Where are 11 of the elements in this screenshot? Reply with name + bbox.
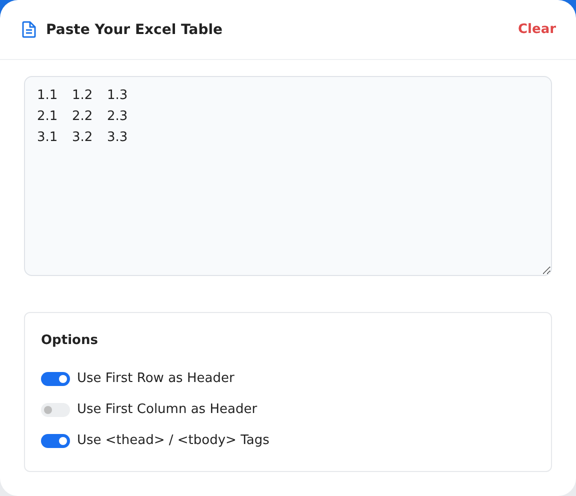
panel-title: Paste Your Excel Table xyxy=(46,22,223,38)
toggle-switch[interactable] xyxy=(41,434,70,448)
toggle-switch[interactable] xyxy=(41,403,70,417)
options-title: Options xyxy=(41,332,99,350)
toggle-switch[interactable] xyxy=(41,372,70,386)
option-label: Use First Column as Header xyxy=(77,401,258,419)
table-input-field[interactable]: 1.1 1.2 1.3 2.1 2.2 2.3 3.1 3.2 3.3 xyxy=(24,76,552,276)
clear-button[interactable]: Clear xyxy=(518,20,556,39)
option-label: Use <thead> / <tbody> Tags xyxy=(77,432,270,450)
option-label: Use First Row as Header xyxy=(77,370,234,388)
document-icon xyxy=(22,21,36,38)
